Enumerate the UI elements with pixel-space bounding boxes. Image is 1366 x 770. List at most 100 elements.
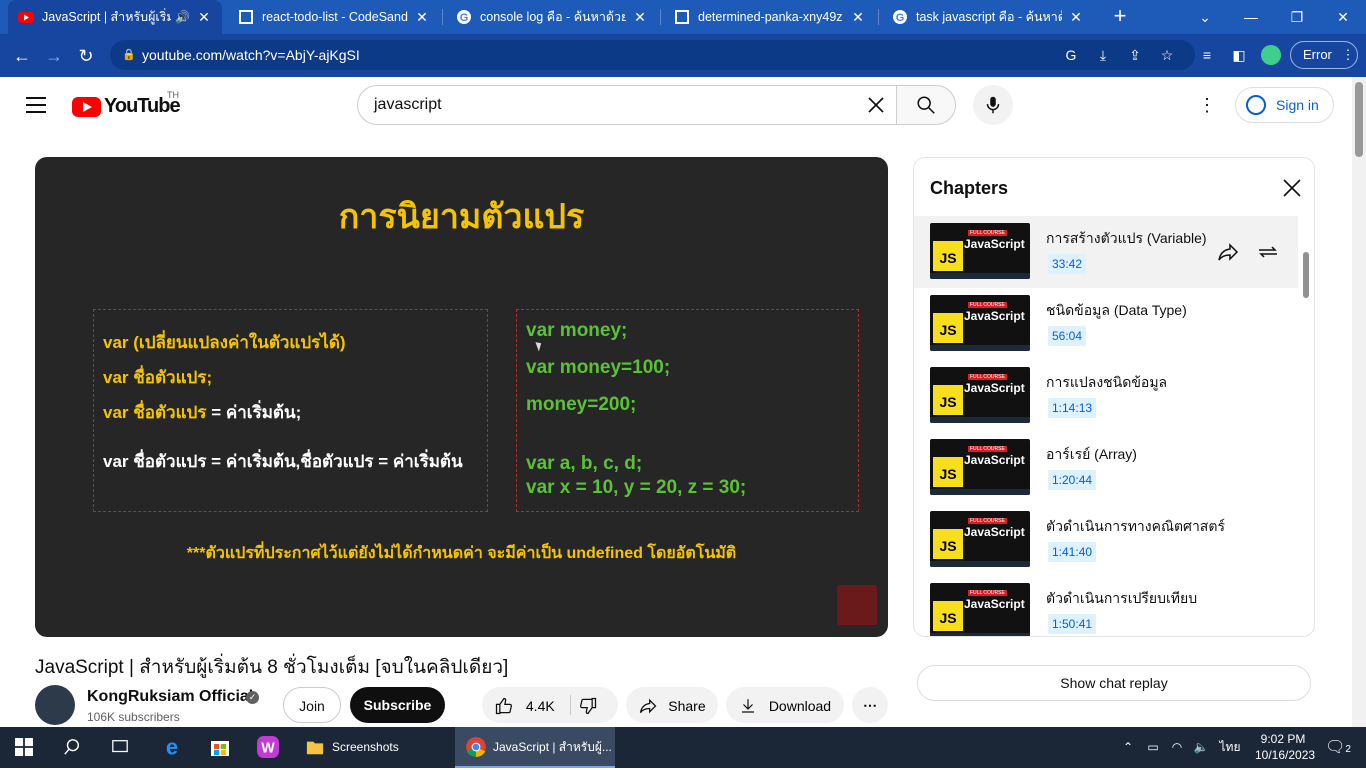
share-icon[interactable]: [1216, 242, 1240, 262]
chapters-scrollbar[interactable]: [1303, 252, 1309, 298]
chapter-item[interactable]: JS FULL COURSE JavaScript ตัวดำเนินการเปรีย…: [914, 576, 1298, 636]
tab-codesandbox-2[interactable]: determined-panka-xny49z - CodeSandbox ✕: [664, 0, 876, 34]
tab-codesandbox-1[interactable]: react-todo-list - CodeSandbox ✕: [228, 0, 440, 34]
store-icon[interactable]: [196, 727, 244, 768]
taskbar-app-chrome[interactable]: JavaScript | สำหรับผู้...: [455, 727, 615, 768]
edge-icon[interactable]: e: [148, 727, 196, 768]
share-button[interactable]: Share: [626, 687, 718, 723]
voice-search-button[interactable]: [973, 85, 1013, 125]
codesandbox-icon: [239, 10, 253, 24]
sign-in-label: Sign in: [1276, 97, 1319, 113]
address-bar[interactable]: 🔒 youtube.com/watch?v=AbjY-ajKgSI: [110, 40, 1195, 70]
extension-avatar-icon[interactable]: [1261, 45, 1281, 65]
chapter-timestamp[interactable]: 1:14:13: [1048, 398, 1097, 418]
chapter-item[interactable]: JS FULL COURSE JavaScript การแปลงชนิดข้อมูล…: [914, 360, 1298, 432]
google-icon: G: [457, 10, 471, 24]
wifi-icon[interactable]: ◠: [1166, 727, 1188, 768]
reload-button[interactable]: ↻: [72, 42, 100, 70]
close-icon[interactable]: [1280, 176, 1304, 200]
show-chat-replay-button[interactable]: Show chat replay: [917, 665, 1311, 701]
share-page-icon[interactable]: ⇪: [1125, 45, 1145, 65]
search-input[interactable]: javascript: [357, 85, 897, 125]
svg-text:e: e: [166, 736, 178, 758]
show-hidden-icons[interactable]: ⌃: [1118, 727, 1138, 768]
thumb-badge: FULL COURSE: [968, 590, 1007, 596]
chapter-timestamp[interactable]: 33:42: [1048, 254, 1087, 274]
task-view-icon[interactable]: [96, 727, 144, 768]
back-button[interactable]: ←: [8, 42, 36, 70]
profile-error-label: Error: [1303, 47, 1332, 62]
channel-watermark[interactable]: [837, 585, 877, 625]
chapter-item[interactable]: JS FULL COURSE JavaScript อาร์เรย์ (Array) 1…: [914, 432, 1298, 504]
channel-name[interactable]: KongRuksiam Official: [87, 688, 253, 706]
tab-youtube[interactable]: JavaScript | สำหรับผู้เริ่มต้น 🔊 ✕: [8, 0, 222, 34]
video-player[interactable]: การนิยามตัวแปร var (เปลี่ยนแปลงค่าในตัวแ…: [35, 157, 888, 637]
restore-button[interactable]: ❐: [1274, 0, 1320, 34]
network-icon[interactable]: ▭: [1142, 727, 1164, 768]
tab-google-console[interactable]: G console log คือ - ค้นหาด้วย Google ✕: [446, 0, 658, 34]
chapter-thumbnail[interactable]: JS FULL COURSE JavaScript: [930, 295, 1030, 351]
windows-start-icon[interactable]: [0, 727, 48, 768]
input-language[interactable]: ไทย: [1216, 727, 1244, 768]
minimize-button[interactable]: —: [1228, 0, 1274, 34]
forward-button[interactable]: →: [40, 42, 68, 70]
account-icon: [1246, 95, 1266, 115]
system-clock[interactable]: 9:02 PM 10/16/2023: [1255, 731, 1316, 763]
chapter-thumbnail[interactable]: JS FULL COURSE JavaScript: [930, 583, 1030, 636]
install-icon[interactable]: ⤓: [1093, 45, 1113, 65]
download-button[interactable]: Download: [726, 687, 844, 723]
youtube-logo[interactable]: YouTube TH: [72, 90, 181, 118]
dislike-button[interactable]: [578, 687, 598, 723]
chapter-thumbnail[interactable]: JS FULL COURSE JavaScript: [930, 223, 1030, 279]
youtube-icon: [18, 12, 34, 23]
profile-error-button[interactable]: Error ⋮: [1290, 41, 1358, 69]
settings-kebab-icon[interactable]: ⋮: [1197, 95, 1217, 115]
chapter-item[interactable]: JS FULL COURSE JavaScript ตัวดำเนินการทางคณ…: [914, 504, 1298, 576]
speaker-icon[interactable]: 🔊: [175, 10, 190, 24]
clear-search-icon[interactable]: [864, 93, 888, 117]
google-icon: G: [893, 10, 907, 24]
close-window-button[interactable]: ✕: [1320, 0, 1366, 34]
tab-search-icon[interactable]: ⌄: [1182, 0, 1228, 34]
thumb-badge: FULL COURSE: [968, 230, 1007, 236]
tab-close-icon[interactable]: ✕: [414, 9, 430, 26]
channel-avatar[interactable]: [35, 685, 75, 725]
chapter-item[interactable]: JS FULL COURSE JavaScript การสร้างตัวแปร (V…: [914, 216, 1298, 288]
google-lens-icon[interactable]: G: [1061, 45, 1081, 65]
chapter-timestamp[interactable]: 1:50:41: [1048, 614, 1097, 634]
menu-hamburger-icon[interactable]: [26, 97, 46, 113]
chapter-thumbnail[interactable]: JS FULL COURSE JavaScript: [930, 367, 1030, 423]
side-panel-icon[interactable]: ◧: [1229, 45, 1249, 65]
chapter-timestamp[interactable]: 1:20:44: [1048, 470, 1097, 490]
like-button[interactable]: 4.4K: [494, 687, 555, 724]
chapter-thumbnail[interactable]: JS FULL COURSE JavaScript: [930, 439, 1030, 495]
media-controls-icon[interactable]: ≡: [1197, 45, 1217, 65]
more-actions-icon[interactable]: ⋯: [852, 687, 888, 723]
search-button[interactable]: [896, 85, 956, 125]
volume-icon[interactable]: 🔈: [1190, 727, 1212, 768]
chapter-timestamp[interactable]: 1:41:40: [1048, 542, 1097, 562]
taskbar-app-screenshots[interactable]: Screenshots: [300, 727, 450, 768]
clock-date: 10/16/2023: [1255, 748, 1316, 762]
js-logo: JS: [933, 241, 963, 271]
tab-close-icon[interactable]: ✕: [850, 9, 866, 26]
chapter-item[interactable]: JS FULL COURSE JavaScript ชนิดข้อมูล (Data …: [914, 288, 1298, 360]
chapter-thumbnail[interactable]: JS FULL COURSE JavaScript: [930, 511, 1030, 567]
repeat-icon[interactable]: [1256, 242, 1280, 262]
tab-close-icon[interactable]: ✕: [1068, 9, 1084, 26]
chapter-timestamp[interactable]: 56:04: [1048, 326, 1087, 346]
sign-in-button[interactable]: Sign in: [1235, 87, 1334, 123]
tab-close-icon[interactable]: ✕: [196, 9, 212, 26]
new-tab-button[interactable]: +: [1108, 4, 1132, 28]
tab-google-task[interactable]: G task javascript คือ - ค้นหาด้วย Google…: [882, 0, 1094, 34]
search-icon[interactable]: [48, 727, 96, 768]
bookmark-star-icon[interactable]: ☆: [1157, 45, 1177, 65]
join-button[interactable]: Join: [283, 687, 341, 723]
page-scrollbar[interactable]: [1352, 77, 1366, 727]
menu-dots-icon: ⋮: [1341, 47, 1355, 62]
js-logo: JS: [933, 529, 963, 559]
tab-close-icon[interactable]: ✕: [632, 9, 648, 26]
subscribe-button[interactable]: Subscribe: [350, 687, 445, 723]
notifications-button[interactable]: 🗨2: [1318, 727, 1358, 768]
wps-office-icon[interactable]: W: [244, 727, 292, 768]
